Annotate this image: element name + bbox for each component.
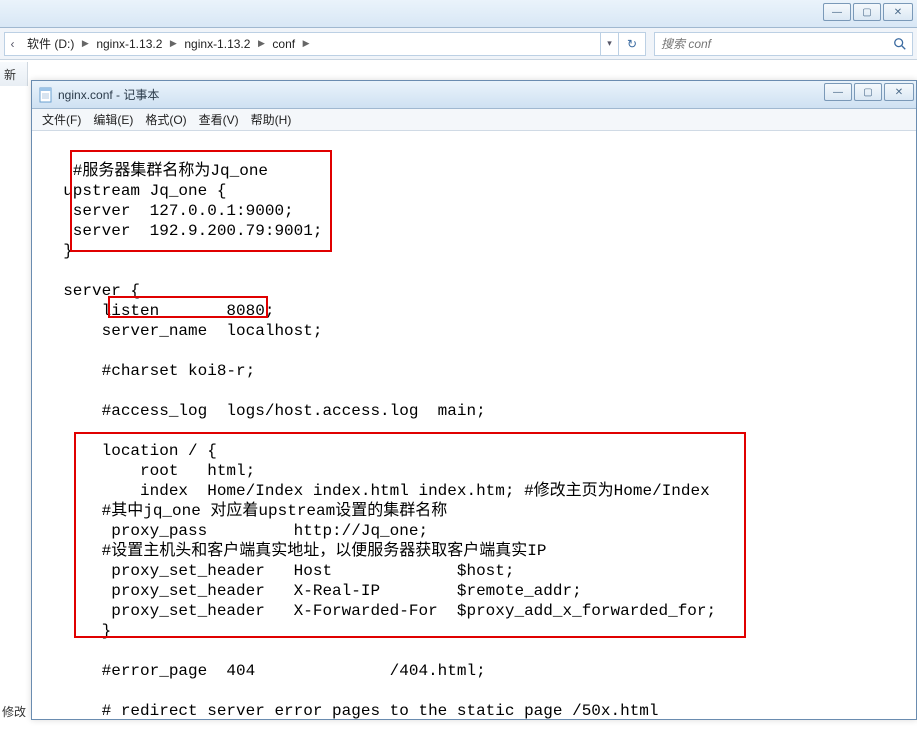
notepad-menubar: 文件(F) 编辑(E) 格式(O) 查看(V) 帮助(H)	[32, 109, 916, 131]
search-input[interactable]	[655, 37, 888, 51]
breadcrumb-dropdown-icon[interactable]: ▾	[600, 33, 618, 55]
notepad-icon	[38, 87, 54, 103]
notepad-maximize-button[interactable]: ▢	[854, 83, 882, 101]
notepad-titlebar[interactable]: nginx.conf - 记事本 — ▢ ✕	[32, 81, 916, 109]
menu-file[interactable]: 文件(F)	[36, 109, 87, 131]
breadcrumb-segment[interactable]: nginx-1.13.2	[90, 33, 168, 55]
parent-minimize-button[interactable]: —	[823, 3, 851, 21]
menu-view[interactable]: 查看(V)	[193, 109, 245, 131]
search-icon[interactable]	[888, 33, 912, 55]
breadcrumb-back-icon[interactable]: ‹	[5, 33, 21, 55]
notepad-window: nginx.conf - 记事本 — ▢ ✕ 文件(F) 编辑(E) 格式(O)…	[31, 80, 917, 720]
chevron-right-icon[interactable]: ▶	[168, 33, 178, 55]
notepad-title: nginx.conf - 记事本	[58, 86, 159, 103]
parent-close-button[interactable]: ✕	[883, 3, 913, 21]
chevron-right-icon[interactable]: ▶	[256, 33, 266, 55]
status-modified-label: 修改	[0, 700, 28, 722]
breadcrumb[interactable]: ‹ 软件 (D:) ▶ nginx-1.13.2 ▶ nginx-1.13.2 …	[4, 32, 619, 56]
toolbar-new-label[interactable]: 新	[0, 62, 28, 86]
notepad-window-controls: — ▢ ✕	[822, 83, 914, 101]
breadcrumb-segment[interactable]: 软件 (D:)	[21, 33, 80, 55]
breadcrumb-segment[interactable]: conf	[266, 33, 301, 55]
chevron-right-icon[interactable]: ▶	[301, 33, 311, 55]
parent-window-controls: — ▢ ✕	[821, 3, 913, 21]
parent-window-titlebar: — ▢ ✕	[0, 0, 917, 28]
menu-format[interactable]: 格式(O)	[139, 109, 192, 131]
notepad-minimize-button[interactable]: —	[824, 83, 852, 101]
refresh-icon: ↻	[627, 37, 637, 51]
refresh-button[interactable]: ↻	[618, 32, 646, 56]
search-box[interactable]	[654, 32, 913, 56]
explorer-address-bar: ‹ 软件 (D:) ▶ nginx-1.13.2 ▶ nginx-1.13.2 …	[0, 28, 917, 60]
menu-edit[interactable]: 编辑(E)	[87, 109, 139, 131]
menu-help[interactable]: 帮助(H)	[245, 109, 298, 131]
chevron-right-icon[interactable]: ▶	[80, 33, 90, 55]
breadcrumb-segment[interactable]: nginx-1.13.2	[178, 33, 256, 55]
notepad-text-area[interactable]: #服务器集群名称为Jq_one upstream Jq_one { server…	[32, 131, 916, 719]
notepad-close-button[interactable]: ✕	[884, 83, 914, 101]
parent-maximize-button[interactable]: ▢	[853, 3, 881, 21]
